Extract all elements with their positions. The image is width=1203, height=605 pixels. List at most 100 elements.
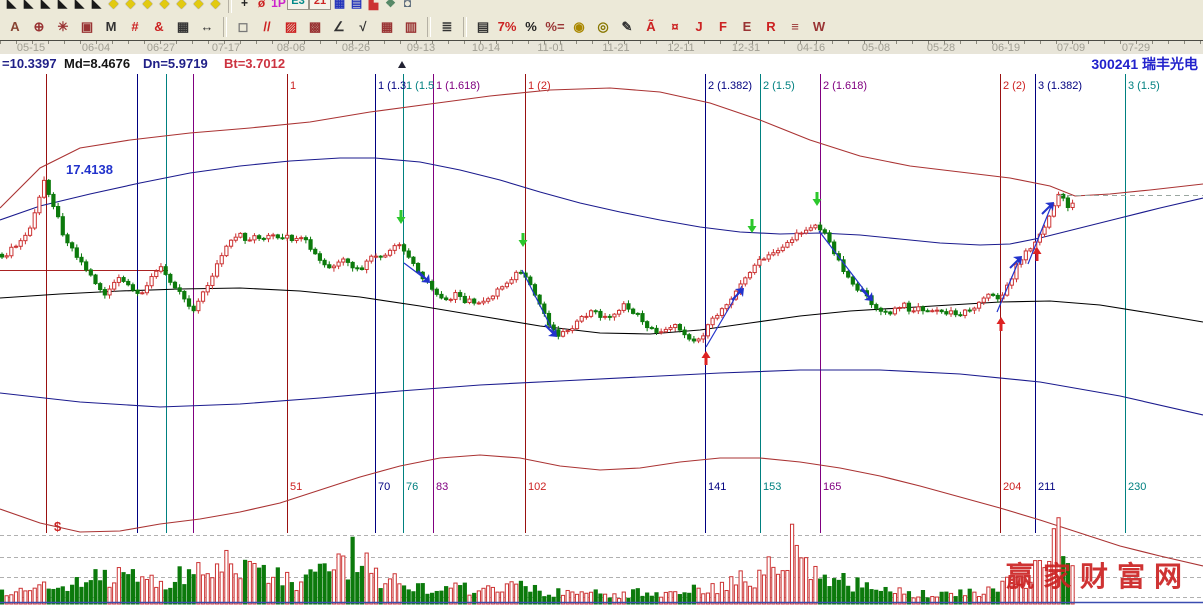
date-axis-label: 09-13 [407,42,435,54]
date-axis-label: 06-27 [147,42,175,54]
flag-tool-icon[interactable]: ◣ [54,0,71,14]
brush-icon[interactable]: ✎ [615,16,639,38]
toolbar-row1-diamonds: ◆◆◆◆◆◆◆ [105,0,224,14]
toolbar-separator [228,0,232,14]
date-axis-label: 11-21 [602,42,629,54]
date-axis-label: 05-28 [927,42,955,54]
parallel-lines-icon[interactable]: ≣ [435,16,459,38]
diamond-marker-icon[interactable]: ◆ [190,0,207,14]
gold-angle-icon[interactable]: ¤ [663,16,687,38]
down-band-value: Dn=5.9719 [143,56,208,71]
diamond-marker-icon[interactable]: ◆ [122,0,139,14]
grid-red-icon[interactable]: ▦ [375,16,399,38]
svg-text:3 (1.382): 3 (1.382) [1038,80,1082,92]
date-axis-label: 06-04 [82,42,110,54]
crosshair-circle-icon[interactable]: ⊕ [27,16,51,38]
percent-retrace-icon[interactable]: 7% [495,16,519,38]
svg-text:230: 230 [1128,481,1146,493]
box-region-icon[interactable]: ◻ [231,16,255,38]
diamond-marker-icon[interactable]: ◆ [173,0,190,14]
target-box-icon[interactable]: ▣ [75,16,99,38]
percent-icon[interactable]: % [519,16,543,38]
site-watermark: 赢家财富网 [1006,555,1191,595]
svg-text:165: 165 [823,481,841,493]
gold-line-icon[interactable]: ◎ [591,16,615,38]
edit-pointer-icon[interactable]: A [3,16,27,38]
date-axis-label: 12-11 [667,42,694,54]
svg-text:2 (1.5): 2 (1.5) [763,80,795,92]
date-axis-label: 08-06 [277,42,305,54]
print-icon[interactable]: ◘ [399,0,416,14]
date-axis-label: 05-15 [17,42,45,54]
grid-dark-icon[interactable]: ▥ [399,16,423,38]
diamond-marker-icon[interactable]: ◆ [105,0,122,14]
svg-text:1 (1.618): 1 (1.618) [436,80,480,92]
svg-text:70: 70 [378,481,390,493]
date-axis-label: 10-14 [472,42,500,54]
w-line-icon[interactable]: W [807,16,831,38]
up-band-value: =10.3397 [2,56,57,71]
wave-a-icon[interactable]: Ã [639,16,663,38]
date-axis-label: 06-19 [992,42,1020,54]
zigzag-wave-icon[interactable]: M [99,16,123,38]
angle-line-icon[interactable]: ∠ [327,16,351,38]
check-line-icon[interactable]: √ [351,16,375,38]
date-axis-label: 05-08 [862,42,890,54]
fill-box-icon[interactable]: ▩ [303,16,327,38]
flag-tool-icon[interactable]: ◣ [88,0,105,14]
grid-edit-icon[interactable]: ▤ [348,0,365,14]
ruler-123-icon[interactable]: ▦ [171,16,195,38]
diamond-marker-icon[interactable]: ◆ [156,0,173,14]
gann-fan-icon[interactable]: // [255,16,279,38]
flag-tool-icon[interactable]: ◣ [3,0,20,14]
percent-line-icon[interactable]: %= [543,16,567,38]
flag-tool-icon[interactable]: ◣ [71,0,88,14]
speed-line-icon[interactable]: R [759,16,783,38]
toolbar-separator [223,17,227,37]
crosshair-cursor-icon[interactable]: + [236,0,253,14]
date-axis-label: 08-26 [342,42,370,54]
magnet-dot-icon[interactable]: ø [253,0,270,14]
svg-text:1: 1 [290,80,296,92]
svg-text:1 (1.5: 1 (1.5 [406,80,434,92]
grid-table-icon[interactable]: ▦ [331,0,348,14]
hatch-box-icon[interactable]: ▨ [279,16,303,38]
e-line-icon[interactable]: E [735,16,759,38]
main-chart[interactable]: 1511 (1.3701 (1.5761 (1.618)831 (2)1022 … [0,0,1203,605]
matrix-line-icon[interactable]: ≡ [783,16,807,38]
svg-text:204: 204 [1003,481,1021,493]
j-line-icon[interactable]: J [687,16,711,38]
f-line-icon[interactable]: F [711,16,735,38]
chart-background [0,52,1203,605]
one-pen-tool-icon[interactable]: 1P [270,0,287,14]
gold-circle-icon[interactable]: ◉ [567,16,591,38]
mid-band-value: Md=8.4676 [64,56,130,71]
toolbar-separator [427,17,431,37]
width-measure-icon[interactable]: ↔ [195,16,219,38]
flag-tool-icon[interactable]: ◣ [20,0,37,14]
date-axis-label: 11-01 [537,42,564,54]
toolbar-row1-flags: ◣◣◣◣◣◣ [3,0,105,14]
diamond-marker-icon[interactable]: ◆ [207,0,224,14]
palette-icon[interactable]: ❖ [382,0,399,14]
diamond-marker-icon[interactable]: ◆ [139,0,156,14]
date-axis-label: 12-31 [732,42,760,54]
svg-text:83: 83 [436,481,448,493]
save-icon[interactable]: ▙ [365,0,382,14]
svg-text:51: 51 [290,481,302,493]
svg-text:102: 102 [528,481,546,493]
svg-text:211: 211 [1038,481,1056,493]
flag-tool-icon[interactable]: ◣ [37,0,54,14]
svg-text:2 (2): 2 (2) [1003,80,1026,92]
bars-21-icon[interactable]: 21 [309,0,331,10]
svg-text:1 (1.3: 1 (1.3 [378,80,406,92]
e3-tool-icon[interactable]: E3 [287,0,309,10]
starburst-icon[interactable]: ✳ [51,16,75,38]
shen-stamp-icon[interactable]: # [123,16,147,38]
svg-text:2 (1.382): 2 (1.382) [708,80,752,92]
date-axis-label: 07-29 [1122,42,1150,54]
toolbar-row-top: ◣◣◣◣◣◣ ◆◆◆◆◆◆◆ +ø1PE321▦▤▙❖◘ [0,0,1203,14]
ying-stamp-icon[interactable]: & [147,16,171,38]
volume-profile-icon[interactable]: ▤ [471,16,495,38]
bottom-band-value: Bt=3.7012 [224,56,285,71]
